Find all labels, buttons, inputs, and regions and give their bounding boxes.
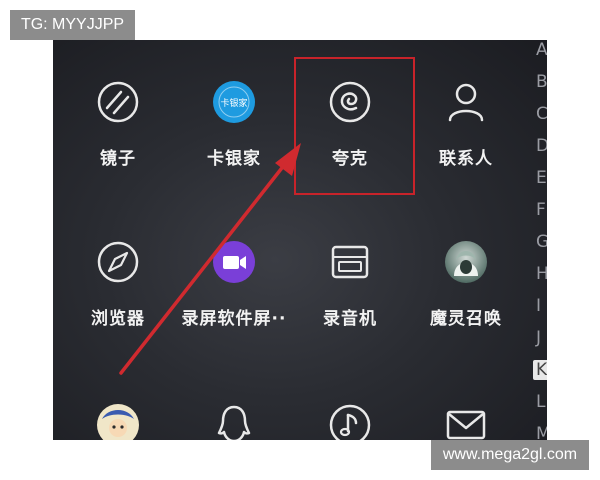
index-letter-a[interactable]: A [536,40,547,60]
watermark-bottom-right: www.mega2gl.com [431,440,589,470]
index-letter-k[interactable]: K [533,360,547,380]
index-letter-l[interactable]: L [536,392,545,412]
phone-screen-photo: 镜子 卡银家 卡银家 夸克 联系人 浏览器 录屏软件屏·· 录音机 魔灵召唤 A… [53,40,547,440]
index-letter-b[interactable]: B [536,72,547,92]
index-letter-m[interactable]: M [536,424,547,440]
index-letter-j[interactable]: J [536,328,541,348]
index-letter-f[interactable]: F [536,200,546,220]
watermark-top-left: TG: MYYJJPP [10,10,135,40]
index-letter-e[interactable]: E [536,168,547,188]
index-letter-c[interactable]: C [536,104,547,124]
alphabet-index[interactable]: ABCDEFGHIJKLM [533,40,547,440]
index-letter-g[interactable]: G [536,232,547,252]
red-arrow-icon [119,143,301,375]
index-letter-i[interactable]: I [536,296,541,316]
index-letter-h[interactable]: H [536,264,547,284]
index-letter-d[interactable]: D [536,136,547,156]
